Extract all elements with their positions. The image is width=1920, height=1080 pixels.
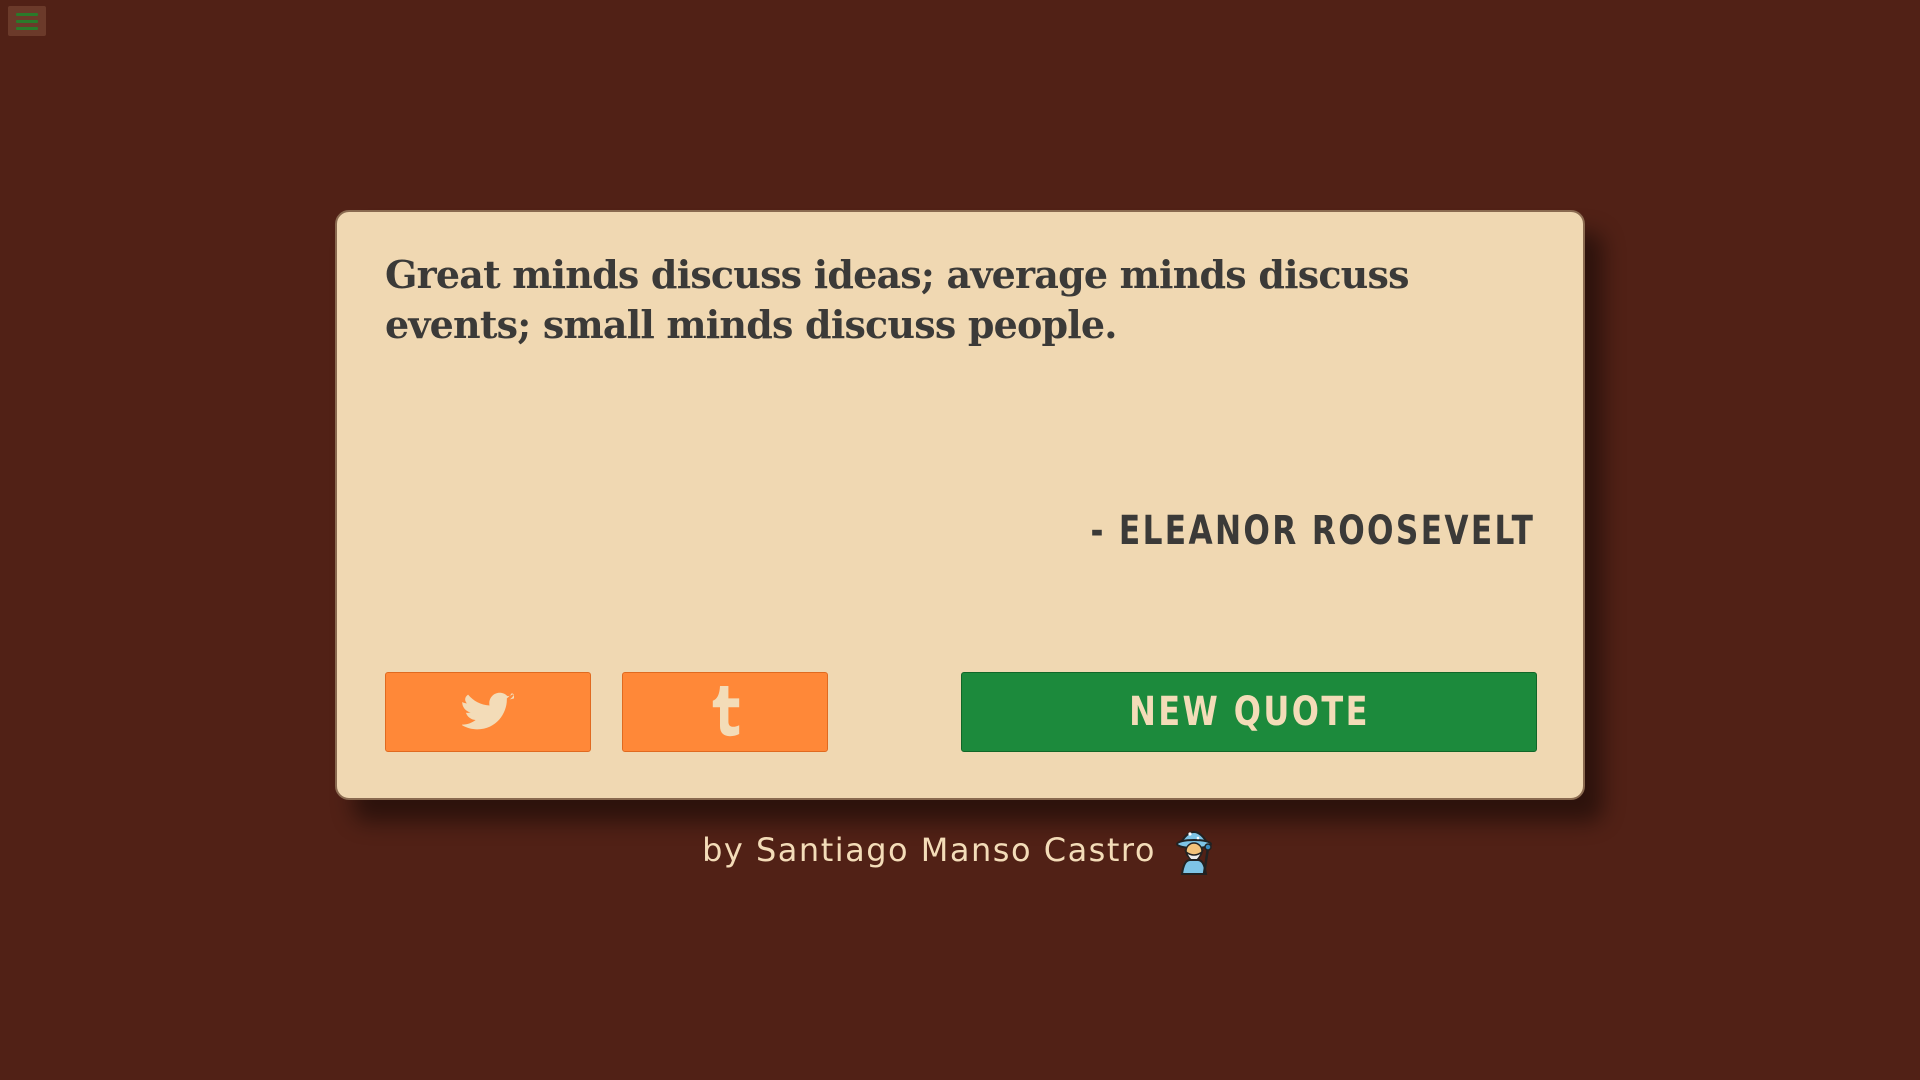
new-quote-button[interactable]: NEW QUOTE (961, 672, 1537, 752)
twitter-bird-icon (462, 692, 514, 730)
tweet-quote-button[interactable] (385, 672, 591, 752)
tumblr-t-icon (712, 686, 740, 737)
quote-author: - ELEANOR ROOSEVELT (1090, 508, 1535, 554)
menu-toggle-button[interactable] (8, 6, 46, 36)
quote-text: Great minds discuss ideas; average minds… (385, 252, 1409, 347)
quote-card: Great minds discuss ideas; average minds… (335, 210, 1585, 800)
hamburger-icon-bar (16, 26, 38, 30)
author-credit: by Santiago Manso Castro (702, 831, 1156, 869)
mage-icon (1175, 831, 1212, 875)
hamburger-icon-bar (16, 19, 38, 23)
footer: by Santiago Manso Castro (0, 824, 1920, 876)
post-tumblr-button[interactable] (622, 672, 828, 752)
new-quote-label: NEW QUOTE (1128, 689, 1370, 735)
hamburger-icon-bar (16, 12, 38, 16)
